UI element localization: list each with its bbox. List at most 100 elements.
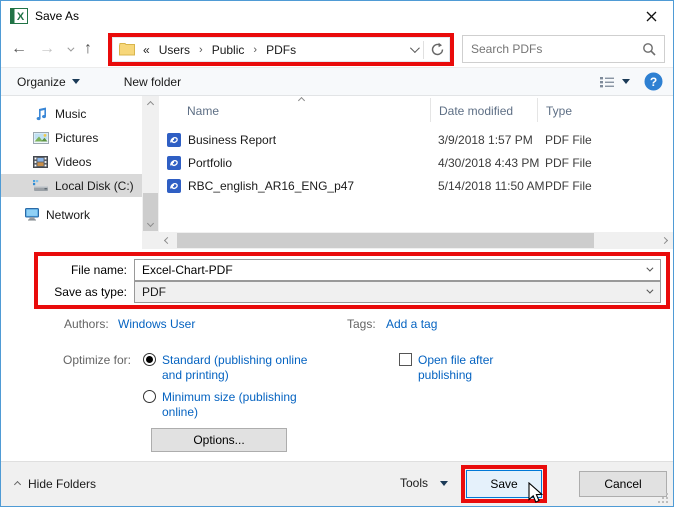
view-mode-button[interactable] [599, 75, 630, 89]
back-icon[interactable]: ← [11, 41, 27, 57]
breadcrumb: « Users › Public › PDFs [143, 43, 410, 57]
radio-unselected-icon[interactable] [143, 390, 156, 403]
search-input[interactable] [471, 42, 642, 56]
sidebar-item-local-disk[interactable]: Local Disk (C:) [1, 174, 142, 197]
network-icon [23, 208, 40, 221]
column-header-name[interactable]: Name [187, 104, 219, 118]
file-name-input[interactable] [142, 263, 652, 277]
breadcrumb-overflow[interactable]: « [143, 43, 150, 57]
svg-text:?: ? [650, 75, 657, 89]
column-header-date-modified[interactable]: Date modified [439, 104, 513, 118]
footer-bar: Hide Folders Tools Save Cancel [1, 461, 673, 507]
svg-text:X: X [17, 11, 25, 23]
refresh-icon[interactable] [430, 42, 445, 57]
breadcrumb-item-pdfs[interactable]: PDFs [266, 43, 296, 57]
pdf-file-icon [167, 156, 181, 170]
address-controls [410, 41, 445, 59]
breadcrumb-item-public[interactable]: Public [212, 43, 245, 57]
save-as-type-value: PDF [142, 285, 166, 299]
radio-standard[interactable]: Standard (publishing online and printing… [143, 353, 338, 383]
tags-add-link[interactable]: Add a tag [386, 317, 437, 331]
videos-icon [32, 156, 49, 168]
help-icon[interactable]: ? [644, 72, 663, 91]
file-type: PDF File [545, 133, 592, 147]
address-dropdown-chevron-icon[interactable] [410, 43, 420, 53]
music-note-icon [32, 107, 49, 121]
scroll-right-button[interactable] [656, 232, 673, 249]
tags-label: Tags: [347, 317, 376, 331]
pictures-icon [32, 132, 49, 144]
optimize-for-label: Optimize for: [63, 353, 131, 367]
save-highlight-box: Save [461, 465, 547, 503]
close-button[interactable] [629, 1, 673, 31]
tools-dropdown-icon [440, 481, 448, 486]
radio-selected-icon[interactable] [143, 353, 156, 366]
command-toolbar: Organize New folder ? [1, 67, 673, 96]
sidebar-item-label: Music [55, 107, 86, 121]
cancel-button[interactable]: Cancel [579, 471, 667, 497]
sidebar-scrollbar[interactable] [142, 96, 159, 249]
new-folder-label: New folder [124, 75, 181, 89]
sidebar-item-pictures[interactable]: Pictures [1, 126, 142, 149]
column-header-type[interactable]: Type [546, 104, 572, 118]
search-icon[interactable] [642, 42, 656, 56]
scroll-left-button[interactable] [159, 232, 176, 249]
sidebar-item-label: Local Disk (C:) [55, 179, 134, 193]
explorer-pane: Music Pictures [1, 96, 673, 249]
file-row[interactable]: RBC_english_AR16_ENG_p47 5/14/2018 11:50… [159, 175, 674, 197]
folder-icon [119, 43, 135, 56]
save-as-type-label: Save as type: [43, 285, 127, 299]
column-separator[interactable] [537, 98, 538, 122]
file-name-combo[interactable] [134, 259, 661, 281]
file-list-horizontal-scrollbar[interactable] [159, 232, 673, 249]
resize-grip-icon[interactable] [658, 493, 669, 504]
pdf-file-icon [167, 133, 181, 147]
save-button[interactable]: Save [466, 470, 542, 498]
file-date-modified: 3/9/2018 1:57 PM [438, 133, 545, 147]
sidebar-item-music[interactable]: Music [1, 102, 142, 125]
save-as-type-dropdown-chevron-icon[interactable] [646, 287, 653, 294]
save-as-dialog: X Save As ← → ↑ « Users › [0, 0, 674, 507]
navigation-sidebar: Music Pictures [1, 96, 142, 249]
breadcrumb-item-users[interactable]: Users [159, 43, 190, 57]
file-type: PDF File [545, 156, 592, 170]
search-box[interactable] [462, 35, 665, 63]
column-separator[interactable] [430, 98, 431, 122]
open-file-after-publishing-checkbox[interactable]: Open file after publishing [399, 353, 549, 383]
organize-button[interactable]: Organize [7, 68, 90, 95]
file-date-modified: 5/14/2018 11:50 AM [438, 179, 545, 193]
tools-button[interactable]: Tools [400, 476, 448, 490]
file-name-row: File name: [43, 259, 661, 281]
tools-label: Tools [400, 476, 428, 490]
scroll-down-button[interactable] [142, 215, 159, 232]
chevron-up-icon [14, 480, 21, 487]
checkbox-icon[interactable] [399, 353, 412, 366]
sidebar-item-videos[interactable]: Videos [1, 150, 142, 173]
nav-arrows: ← → ↑ [11, 31, 92, 67]
hide-folders-button[interactable]: Hide Folders [15, 477, 96, 491]
file-row[interactable]: Business Report 3/9/2018 1:57 PM PDF Fil… [159, 129, 674, 151]
file-list: Name Date modified Type Business Report … [159, 96, 674, 249]
sidebar-item-network[interactable]: Network [1, 203, 142, 226]
sidebar-item-label: Network [46, 208, 90, 222]
toolbar-right: ? [599, 68, 663, 95]
breadcrumb-separator-icon: › [253, 44, 257, 56]
up-icon[interactable]: ↑ [84, 41, 92, 57]
authors-value[interactable]: Windows User [118, 317, 195, 331]
recent-locations-chevron-icon[interactable] [67, 44, 74, 51]
file-type: PDF File [545, 179, 592, 193]
options-button[interactable]: Options... [151, 428, 287, 452]
radio-minimum-size[interactable]: Minimum size (publishing online) [143, 390, 338, 420]
new-folder-button[interactable]: New folder [114, 68, 191, 95]
scroll-up-button[interactable] [142, 96, 159, 113]
organize-label: Organize [17, 75, 66, 89]
sidebar-item-label: Pictures [55, 131, 98, 145]
address-bar[interactable]: « Users › Public › PDFs [108, 33, 454, 66]
file-name-label: File name: [43, 263, 127, 277]
file-row[interactable]: Portfolio 4/30/2018 4:43 PM PDF File [159, 152, 674, 174]
breadcrumb-separator-icon: › [199, 44, 203, 56]
file-date-modified: 4/30/2018 4:43 PM [438, 156, 545, 170]
scrollbar-thumb[interactable] [177, 233, 594, 248]
save-as-type-select[interactable]: PDF [134, 281, 661, 303]
address-divider [423, 41, 424, 59]
